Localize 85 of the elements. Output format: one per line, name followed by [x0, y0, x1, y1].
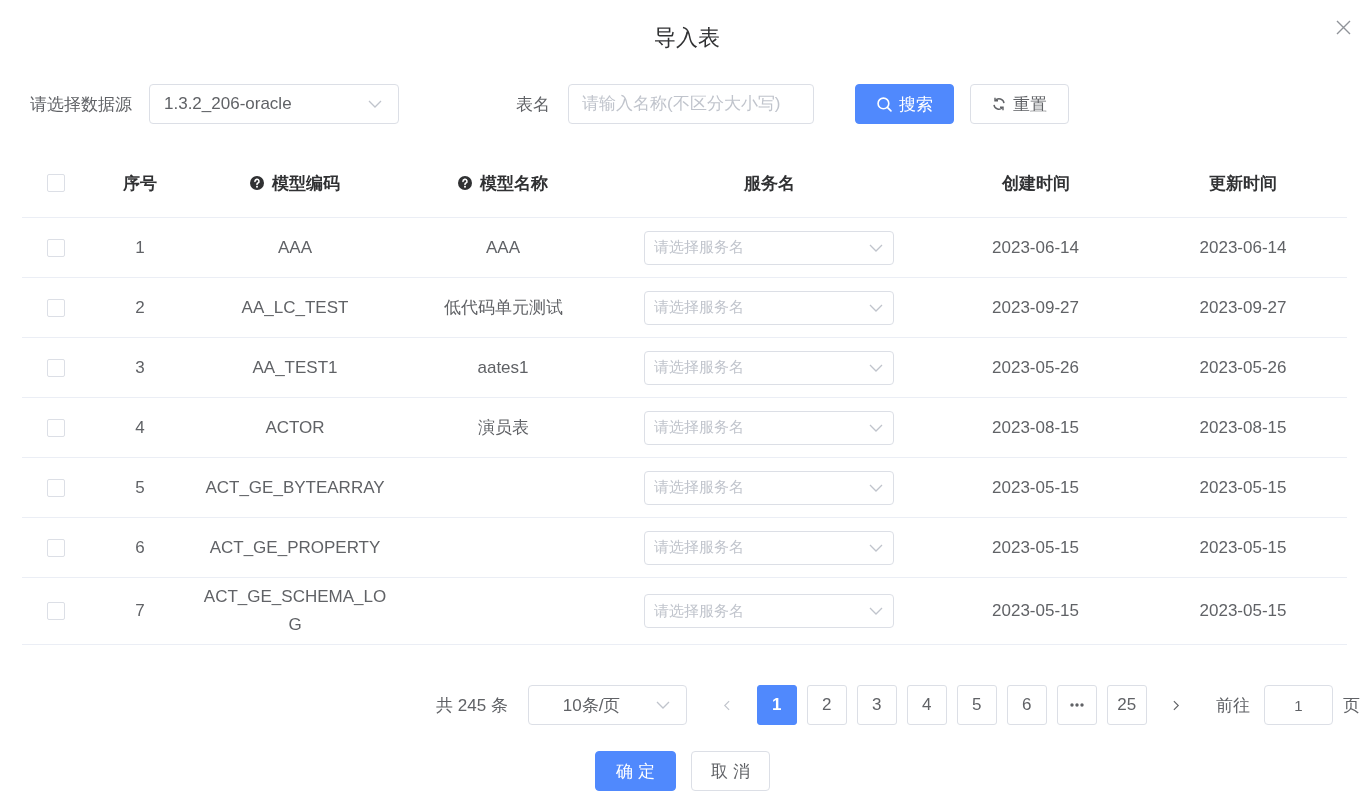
- goto-label: 前往: [1215, 694, 1250, 717]
- model-code: AA_TEST1: [252, 356, 338, 379]
- checkbox[interactable]: [47, 602, 65, 620]
- updated-date: 2023-05-15: [1199, 600, 1287, 622]
- page-button[interactable]: 5: [956, 685, 997, 725]
- row-number: 3: [135, 356, 145, 379]
- model-code: ACTOR: [265, 416, 325, 439]
- page-size-select[interactable]: 10条/页: [527, 685, 687, 725]
- checkbox[interactable]: [47, 174, 65, 192]
- search-icon: [876, 96, 892, 112]
- chevron-down-icon: [869, 607, 883, 615]
- more-pages-button[interactable]: [1056, 685, 1097, 725]
- chevron-down-icon: [869, 303, 883, 312]
- model-code: ACT_GE_BYTEARRAY: [205, 476, 385, 499]
- updated-date: 2023-05-15: [1199, 476, 1287, 499]
- updated-date: 2023-05-26: [1199, 356, 1287, 379]
- model-code: ACT_GE_PROPERTY: [209, 536, 381, 559]
- created-date: 2023-06-14: [992, 236, 1079, 259]
- table-name-label: 表名: [516, 93, 551, 116]
- dialog-title: 导入表: [653, 24, 720, 52]
- table-name-input[interactable]: 请输入名称(不区分大小写): [568, 84, 814, 124]
- ellipsis-icon: [1069, 703, 1084, 707]
- model-code: AA_LC_TEST: [241, 296, 349, 319]
- page-unit-label: 页: [1342, 694, 1360, 717]
- page-button[interactable]: 1: [756, 685, 797, 725]
- refresh-icon: [992, 97, 1006, 111]
- model-name: aates1: [477, 356, 529, 379]
- checkbox[interactable]: [47, 418, 65, 437]
- row-number: 6: [135, 536, 145, 559]
- chevron-down-icon: [869, 243, 883, 252]
- page-jump-input[interactable]: 1: [1263, 685, 1333, 725]
- model-code: AAA: [278, 236, 312, 259]
- checkbox[interactable]: [47, 238, 65, 257]
- chevron-down-icon: [655, 701, 670, 709]
- model-name: AAA: [486, 236, 520, 259]
- page-button[interactable]: 4: [906, 685, 947, 725]
- column-header: 模型名称: [480, 172, 548, 195]
- datasource-select[interactable]: 1.3.2_206-oracle: [149, 84, 399, 124]
- cancel-button[interactable]: 取消: [691, 751, 770, 791]
- checkbox[interactable]: [47, 298, 65, 317]
- model-code: ACT_GE_SCHEMA_LOG: [202, 586, 388, 636]
- page-button[interactable]: 2: [806, 685, 847, 725]
- column-header: 更新时间: [1209, 172, 1277, 195]
- page-button[interactable]: 6: [1006, 685, 1047, 725]
- datasource-label: 请选择数据源: [30, 93, 133, 116]
- model-name: 低代码单元测试: [443, 296, 563, 319]
- created-date: 2023-05-15: [992, 600, 1079, 622]
- column-header: 模型编码: [272, 172, 340, 195]
- page-button[interactable]: 3: [856, 685, 897, 725]
- row-number: 7: [135, 600, 145, 622]
- checkbox[interactable]: [47, 478, 65, 497]
- help-icon[interactable]: [458, 176, 472, 190]
- row-number: 5: [135, 476, 145, 499]
- row-number: 2: [135, 296, 145, 319]
- chevron-down-icon: [869, 543, 883, 552]
- chevron-down-icon: [869, 423, 883, 432]
- created-date: 2023-05-15: [992, 536, 1079, 559]
- total-count: 共 245 条: [436, 694, 508, 717]
- page-button[interactable]: 25: [1106, 685, 1147, 725]
- column-header: 序号: [123, 172, 157, 195]
- created-date: 2023-09-27: [992, 296, 1079, 319]
- created-date: 2023-08-15: [992, 416, 1079, 439]
- chevron-down-icon: [869, 483, 883, 492]
- column-header: 服务名: [743, 172, 795, 195]
- updated-date: 2023-05-15: [1199, 536, 1287, 559]
- checkbox[interactable]: [47, 358, 65, 377]
- close-icon[interactable]: [1336, 20, 1351, 35]
- search-button[interactable]: 搜索: [855, 84, 954, 124]
- reset-button[interactable]: 重置: [970, 84, 1069, 124]
- row-number: 4: [135, 416, 145, 439]
- model-name: 演员表: [477, 416, 529, 439]
- created-date: 2023-05-15: [992, 476, 1079, 499]
- column-header: 创建时间: [1001, 172, 1070, 195]
- created-date: 2023-05-26: [992, 356, 1079, 379]
- checkbox[interactable]: [47, 538, 65, 557]
- updated-date: 2023-09-27: [1199, 296, 1287, 319]
- chevron-down-icon: [869, 363, 883, 372]
- chevron-left-icon: [723, 699, 731, 711]
- help-icon[interactable]: [250, 176, 264, 190]
- chevron-down-icon: [368, 100, 382, 108]
- confirm-button[interactable]: 确定: [595, 751, 676, 791]
- row-number: 1: [135, 236, 145, 259]
- updated-date: 2023-06-14: [1199, 236, 1287, 259]
- updated-date: 2023-08-15: [1199, 416, 1287, 439]
- chevron-right-icon: [1173, 699, 1181, 711]
